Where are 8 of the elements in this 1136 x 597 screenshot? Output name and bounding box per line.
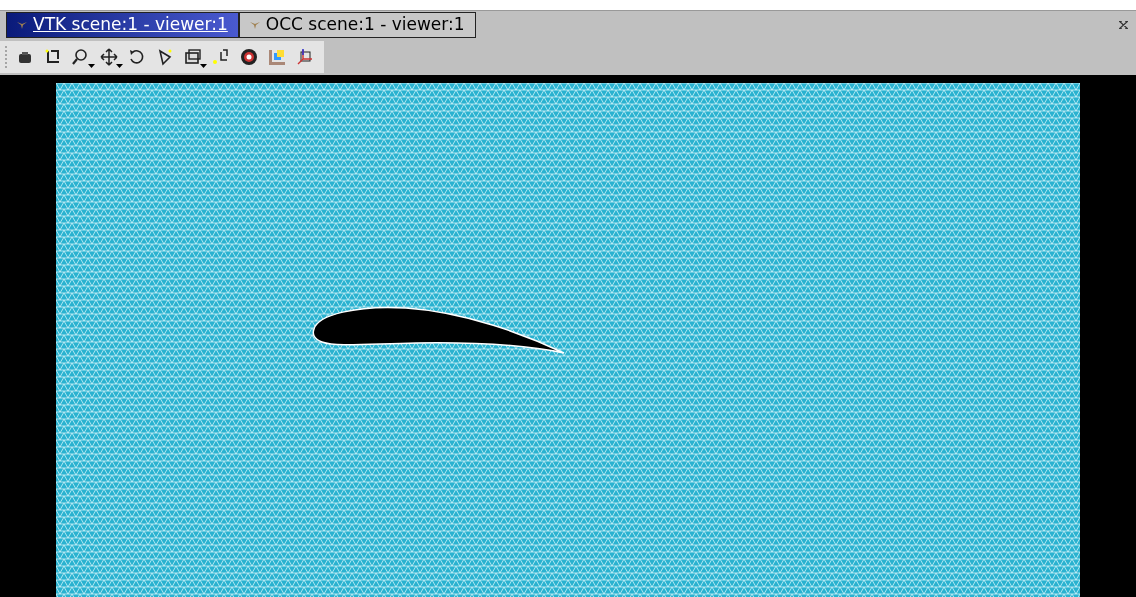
zoom-icon[interactable] <box>70 46 92 68</box>
toolbar-handle-icon[interactable] <box>4 46 8 68</box>
pan-icon[interactable] <box>98 46 120 68</box>
lod-icon[interactable] <box>238 46 260 68</box>
tab[interactable]: VTK scene:1 - viewer:1 <box>6 12 239 38</box>
close-icon[interactable] <box>1119 21 1128 29</box>
tab[interactable]: OCC scene:1 - viewer:1 <box>238 12 476 38</box>
window-zoom-icon[interactable] <box>182 46 204 68</box>
